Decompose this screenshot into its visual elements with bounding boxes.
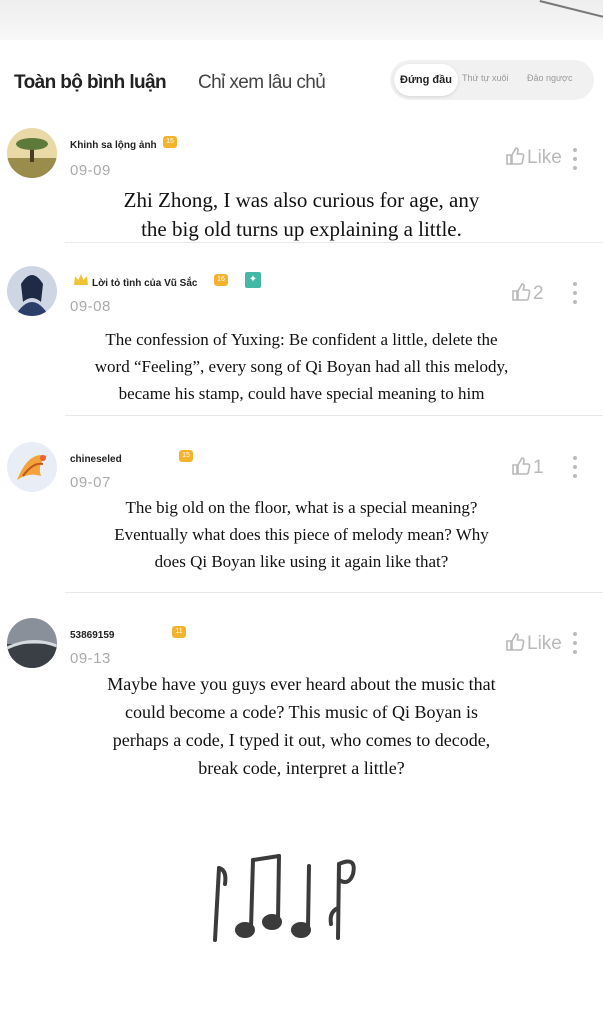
like-button[interactable]: Like — [505, 146, 562, 169]
avatar[interactable] — [7, 128, 57, 178]
member-badge-icon: ✦ — [245, 272, 261, 288]
comment-date: 09-13 — [70, 650, 111, 667]
more-vertical-icon[interactable] — [572, 282, 578, 308]
more-vertical-icon[interactable] — [572, 456, 578, 482]
thumbs-up-icon — [506, 147, 525, 165]
comment-date: 09-08 — [70, 298, 111, 315]
level-badge-icon: 15 — [163, 136, 177, 148]
thumbs-up-icon — [512, 283, 531, 301]
like-label: Like — [527, 147, 562, 168]
comment-text: The big old on the floor, what is a spec… — [30, 494, 573, 575]
like-count: 1 — [533, 457, 544, 478]
comment-tabs: Toàn bộ bình luận Chỉ xem lâu chủ Đứng đ… — [0, 52, 603, 112]
divider — [65, 242, 603, 243]
comment-text-line: The confession of Yuxing: Be confident a… — [105, 330, 498, 349]
like-button[interactable]: 1 — [511, 456, 544, 479]
top-bar — [0, 0, 603, 40]
music-notes-icon — [205, 848, 375, 948]
comment-text-line: Zhi Zhong, I was also curious for age, a… — [123, 188, 480, 212]
comment-date: 09-09 — [70, 162, 111, 179]
sort-reverse-button[interactable]: Đảo ngược — [527, 73, 572, 83]
crown-icon — [73, 272, 89, 288]
comment-text-line: Eventually what does this piece of melod… — [114, 525, 489, 544]
username[interactable]: 53869159 — [70, 630, 115, 641]
comment-date: 09-07 — [70, 474, 111, 491]
username[interactable]: chineseled — [70, 454, 122, 465]
username[interactable]: Lời tỏ tình của Vũ Sắc — [92, 278, 197, 289]
sort-selector: Đứng đầu Thứ tự xuôi Đảo ngược — [390, 60, 594, 100]
avatar[interactable] — [7, 442, 57, 492]
divider — [65, 592, 603, 593]
more-vertical-icon[interactable] — [572, 148, 578, 174]
like-count: 2 — [533, 283, 544, 304]
username[interactable]: Khinh sa lộng ảnh — [70, 140, 157, 151]
comment-text-line: word “Feeling”, every song of Qi Boyan h… — [94, 357, 509, 376]
level-badge-icon: 16 — [214, 274, 228, 286]
comment-text: Zhi Zhong, I was also curious for age, a… — [30, 186, 573, 244]
level-badge-icon: 11 — [172, 626, 186, 638]
comment-text-line: does Qi Boyan like using it again like t… — [154, 552, 449, 571]
sort-newest-button[interactable]: Thứ tự xuôi — [462, 73, 509, 83]
avatar[interactable] — [7, 618, 57, 668]
comment-text-line: Maybe have you guys ever heard about the… — [107, 674, 496, 694]
more-vertical-icon[interactable] — [572, 632, 578, 658]
thumbs-up-icon — [512, 457, 531, 475]
level-badge-icon: 15 — [179, 450, 193, 462]
like-button[interactable]: Like — [505, 632, 562, 655]
divider — [65, 415, 603, 416]
comment-text: Maybe have you guys ever heard about the… — [30, 670, 573, 782]
like-button[interactable]: 2 — [511, 282, 544, 305]
comment-text-line: could become a code? This music of Qi Bo… — [124, 702, 479, 722]
top-bar-edge-line — [539, 0, 603, 22]
comment-text-line: break code, interpret a little? — [198, 758, 405, 778]
tab-all-comments[interactable]: Toàn bộ bình luận — [14, 72, 167, 94]
tab-owner-only[interactable]: Chỉ xem lâu chủ — [198, 72, 326, 94]
avatar[interactable] — [7, 266, 57, 316]
comment-text-line: became his stamp, could have special mea… — [118, 384, 485, 403]
comment-text-line: The big old on the floor, what is a spec… — [125, 498, 478, 517]
like-label: Like — [527, 633, 562, 654]
comment-text-line: the big old turns up explaining a little… — [141, 217, 462, 241]
thumbs-up-icon — [506, 633, 525, 651]
comment-text: The confession of Yuxing: Be confident a… — [30, 326, 573, 407]
comment-text-line: perhaps a code, I typed it out, who come… — [112, 730, 491, 750]
sort-top-button[interactable]: Đứng đầu — [394, 64, 458, 96]
